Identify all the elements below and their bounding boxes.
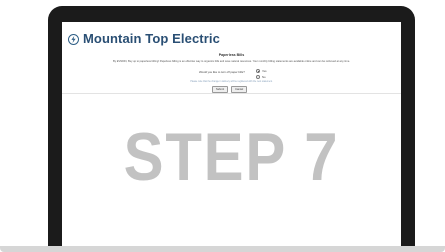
form-title: Paperless Bills (218, 53, 245, 57)
submit-button[interactable]: Submit (212, 86, 229, 93)
radio-no[interactable] (256, 75, 260, 79)
option-no[interactable]: No (256, 75, 266, 79)
paper-bills-question: Would you like to turn off paper bills? (199, 70, 245, 74)
site-header: Mountain Top Electric (62, 22, 401, 52)
divider (62, 93, 401, 94)
radio-yes[interactable] (256, 69, 260, 73)
option-yes[interactable]: Yes (256, 69, 267, 73)
step-overlay-label: STEP 7 (123, 119, 340, 195)
lightning-bolt-icon (68, 34, 79, 45)
option-no-label: No (262, 75, 266, 79)
form-description: By EVNDIN, Buy up to paperless billing! … (113, 60, 350, 63)
laptop-screen: Mountain Top Electric Paperless Bills By… (62, 22, 401, 246)
delivery-note: Please note that the change in delivery … (190, 81, 273, 83)
laptop-base (0, 246, 445, 252)
option-yes-label: Yes (262, 69, 267, 73)
form-buttons: Submit Cancel (212, 86, 248, 93)
brand-logo-text[interactable]: Mountain Top Electric (83, 31, 220, 46)
cancel-button[interactable]: Cancel (231, 86, 248, 93)
